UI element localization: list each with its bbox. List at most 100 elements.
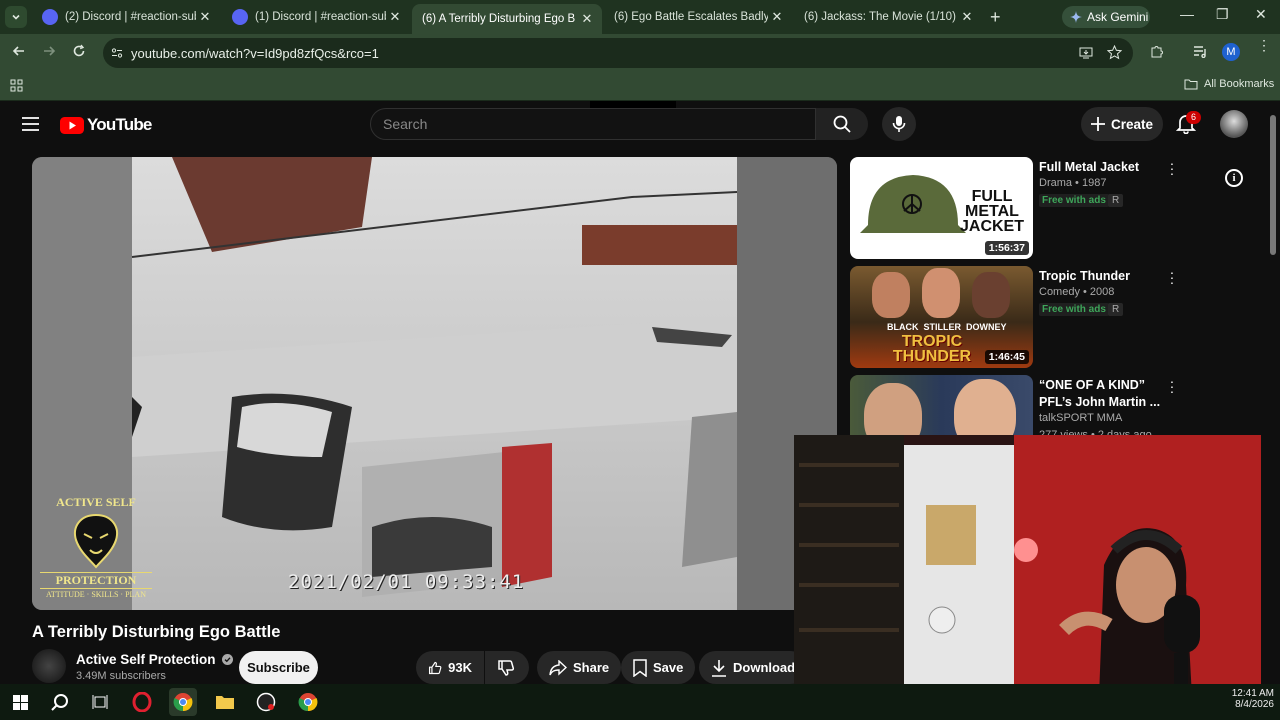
opera-app-button[interactable] bbox=[128, 688, 156, 716]
share-button[interactable]: Share bbox=[537, 651, 622, 684]
search-icon bbox=[51, 694, 68, 711]
ask-gemini-button[interactable]: Ask Gemini bbox=[1062, 6, 1150, 28]
watermark-bottom-text: ATTITUDE · SKILLS · PLAN bbox=[46, 590, 146, 599]
close-icon[interactable]: ✕ bbox=[578, 11, 596, 27]
recommendation-title: Tropic Thunder bbox=[1039, 269, 1130, 283]
address-bar[interactable]: youtube.com/watch?v=Id9pd8zfQcs&rco=1 bbox=[103, 38, 1133, 68]
apps-grid-icon[interactable] bbox=[10, 79, 23, 92]
video-title: A Terribly Disturbing Ego Battle bbox=[32, 623, 281, 641]
actor-face bbox=[922, 268, 960, 318]
media-controls-button[interactable] bbox=[1193, 45, 1208, 58]
webcam-feed bbox=[794, 435, 1261, 684]
folder-icon bbox=[216, 696, 234, 709]
youtube-logo[interactable]: YouTube bbox=[60, 115, 152, 135]
browser-menu-button[interactable]: ⋮ bbox=[1257, 38, 1271, 52]
free-with-ads-badge: Free with ads bbox=[1039, 194, 1109, 207]
hamburger-menu-icon[interactable] bbox=[22, 117, 39, 131]
duration-badge: 1:46:45 bbox=[984, 350, 1029, 364]
more-options-icon[interactable]: · · · bbox=[1168, 156, 1176, 180]
more-options-icon[interactable]: · · · bbox=[1168, 374, 1176, 398]
search-input[interactable]: Search bbox=[370, 108, 816, 140]
account-avatar[interactable] bbox=[1220, 110, 1248, 138]
obs-app-button[interactable] bbox=[252, 688, 280, 716]
recommendation-thumbnail[interactable]: BLACK STILLER DOWNEY TROPIC THUNDER 1:46… bbox=[850, 266, 1033, 368]
file-explorer-button[interactable] bbox=[211, 688, 239, 716]
tab-jackass[interactable]: (6) Jackass: The Movie (1/10) I ✕ bbox=[794, 4, 982, 117]
share-label: Share bbox=[573, 660, 610, 675]
chrome-icon bbox=[298, 693, 318, 712]
task-view-button[interactable] bbox=[86, 688, 114, 716]
reload-button[interactable] bbox=[72, 44, 86, 58]
arrow-right-icon bbox=[44, 46, 56, 56]
tab-active-video[interactable]: (6) A Terribly Disturbing Ego B ✕ bbox=[412, 4, 602, 117]
tab-discord-1[interactable]: (2) Discord | #reaction-submi ✕ bbox=[32, 4, 220, 30]
more-options-icon[interactable]: · · · bbox=[1168, 265, 1176, 289]
scrollbar[interactable] bbox=[1270, 115, 1276, 255]
cobra-logo-icon bbox=[74, 513, 118, 569]
system-clock[interactable]: 12:41 AM 8/4/2026 bbox=[1228, 688, 1274, 710]
video-player[interactable]: ACTIVE SELF PROTECTION ATTITUDE · SKILLS… bbox=[32, 157, 837, 610]
tab-title: (6) A Terribly Disturbing Ego B bbox=[422, 13, 576, 25]
thumbs-down-icon bbox=[498, 659, 515, 676]
site-info-icon[interactable] bbox=[111, 47, 123, 59]
channel-avatar[interactable] bbox=[32, 649, 66, 683]
minimize-button[interactable]: — bbox=[1180, 6, 1194, 22]
thumbnail-text: FULL METAL JACKET bbox=[959, 188, 1024, 235]
back-button[interactable] bbox=[12, 44, 26, 58]
discord-icon bbox=[232, 9, 248, 25]
voice-search-button[interactable] bbox=[882, 107, 916, 141]
close-icon[interactable]: ✕ bbox=[386, 9, 404, 25]
recommendation-card[interactable]: BLACK STILLER DOWNEY TROPIC THUNDER 1:46… bbox=[850, 265, 1250, 370]
recommendation-card[interactable]: FULL METAL JACKET 1:56:37 Full Metal Jac… bbox=[850, 156, 1250, 261]
share-arrow-icon bbox=[549, 659, 567, 676]
watermark-mid-text: PROTECTION bbox=[40, 572, 152, 589]
search-button[interactable] bbox=[816, 108, 868, 140]
close-icon[interactable]: ✕ bbox=[958, 9, 976, 25]
recommendation-thumbnail[interactable]: FULL METAL JACKET 1:56:37 bbox=[850, 157, 1033, 259]
youtube-page: YouTube Search Create 6 ACTIVE SELF PROT… bbox=[0, 101, 1280, 684]
all-bookmarks-button[interactable]: All Bookmarks bbox=[1184, 78, 1274, 90]
windows-taskbar bbox=[0, 684, 1280, 720]
taskbar-search-button[interactable] bbox=[46, 688, 74, 716]
chrome-icon bbox=[173, 693, 193, 712]
dislike-button[interactable] bbox=[485, 651, 529, 684]
recommendation-meta: talkSPORT MMA bbox=[1039, 412, 1123, 424]
plus-icon bbox=[1090, 117, 1105, 131]
download-button[interactable]: Download bbox=[699, 651, 808, 684]
chrome-app-button[interactable] bbox=[294, 688, 322, 716]
subscriber-count: 3.49M subscribers bbox=[76, 670, 166, 682]
arrow-left-icon bbox=[12, 46, 24, 56]
maximize-button[interactable]: ❐ bbox=[1216, 6, 1229, 23]
save-label: Save bbox=[653, 660, 684, 675]
timestamp-overlay: 2021/02/01 09:33:41 bbox=[288, 571, 525, 593]
channel-name[interactable]: Active Self Protection bbox=[76, 652, 234, 667]
subscribe-button[interactable]: Subscribe bbox=[239, 651, 318, 684]
profile-avatar[interactable]: M bbox=[1222, 43, 1240, 61]
close-icon[interactable]: ✕ bbox=[196, 9, 214, 25]
install-app-icon[interactable] bbox=[1079, 46, 1093, 60]
tab-title: (2) Discord | #reaction-submi bbox=[65, 11, 196, 23]
tab-search-button[interactable] bbox=[5, 6, 27, 28]
new-tab-button[interactable]: + bbox=[990, 7, 1001, 28]
bookmark-star-icon[interactable] bbox=[1107, 45, 1122, 60]
media-queue-icon bbox=[1194, 46, 1206, 58]
tab-ego-battle[interactable]: (6) Ego Battle Escalates Badly ✕ bbox=[604, 4, 792, 117]
watermark-top-text: ACTIVE SELF bbox=[56, 495, 136, 509]
like-button[interactable]: 93K bbox=[416, 651, 484, 684]
close-icon[interactable]: ✕ bbox=[768, 9, 786, 25]
save-button[interactable]: Save bbox=[621, 651, 696, 684]
info-icon[interactable]: i bbox=[1225, 169, 1243, 187]
notification-badge: 6 bbox=[1186, 111, 1201, 124]
create-button[interactable]: Create bbox=[1081, 107, 1163, 141]
window-close-button[interactable]: ✕ bbox=[1255, 6, 1267, 23]
chrome-app-button-active[interactable] bbox=[169, 688, 197, 716]
windows-logo-icon bbox=[12, 694, 28, 710]
tab-discord-2[interactable]: (1) Discord | #reaction-submi ✕ bbox=[222, 4, 410, 30]
youtube-logo-icon bbox=[60, 116, 84, 134]
start-button[interactable] bbox=[6, 688, 34, 716]
search-placeholder: Search bbox=[383, 116, 428, 132]
forward-button[interactable] bbox=[42, 44, 56, 58]
gemini-label: Ask Gemini bbox=[1087, 10, 1149, 24]
extensions-button[interactable] bbox=[1150, 44, 1165, 59]
tab-title: (6) Ego Battle Escalates Badly bbox=[614, 11, 768, 23]
